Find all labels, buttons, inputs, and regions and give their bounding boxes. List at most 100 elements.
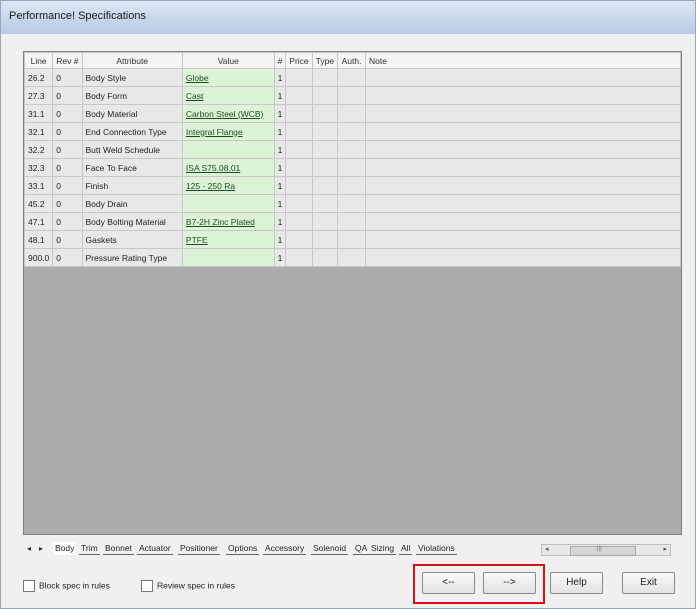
price-cell <box>285 158 313 177</box>
note-cell[interactable] <box>365 230 681 249</box>
column-header-attribute[interactable]: Attribute <box>81 52 183 69</box>
tab-solenoid[interactable]: Solenoid <box>311 542 349 555</box>
checkbox-box[interactable] <box>23 580 35 592</box>
table-row[interactable]: 31.1 0 Body Material Carbon Steel (WCB) … <box>23 104 681 123</box>
tab-options[interactable]: Options <box>226 542 260 555</box>
value-link[interactable]: Cast <box>181 86 275 105</box>
count-cell: 1 <box>273 212 287 231</box>
scroll-left-arrow-icon[interactable]: ◂ <box>545 545 549 553</box>
column-header-price[interactable]: Price <box>285 52 313 69</box>
note-cell[interactable] <box>365 86 681 105</box>
block-spec-checkbox[interactable]: Block spec in rules <box>23 580 110 594</box>
note-cell[interactable] <box>365 212 681 231</box>
note-cell[interactable] <box>365 158 681 177</box>
note-cell[interactable] <box>365 68 681 87</box>
value-link[interactable] <box>181 194 275 213</box>
type-cell <box>311 248 339 267</box>
attribute-cell: End Connection Type <box>81 122 183 141</box>
auth-cell <box>337 194 367 213</box>
review-spec-checkbox[interactable]: Review spec in rules <box>141 580 235 594</box>
value-link[interactable]: PTFE <box>181 230 275 249</box>
table-row[interactable]: 27.3 0 Body Form Cast 1 <box>23 86 681 105</box>
tab-body[interactable]: Body <box>53 542 77 555</box>
column-header-auth[interactable]: Auth. <box>337 52 367 69</box>
note-cell[interactable] <box>365 176 681 195</box>
forward-button[interactable]: --> <box>483 572 536 594</box>
attribute-cell: Body Form <box>81 86 183 105</box>
tab-positioner[interactable]: Positioner <box>178 542 220 555</box>
count-cell: 1 <box>273 230 287 249</box>
value-link[interactable]: 125 - 250 Ra <box>181 176 275 195</box>
table-row[interactable]: 48.1 0 Gaskets PTFE 1 <box>23 230 681 249</box>
type-cell <box>311 68 339 87</box>
value-link[interactable] <box>181 140 275 159</box>
note-cell[interactable] <box>365 194 681 213</box>
table-row[interactable]: 32.3 0 Face To Face ISA S75.08.01 1 <box>23 158 681 177</box>
specifications-window: Performance! Specifications Line Rev # A… <box>0 0 696 609</box>
type-cell <box>311 158 339 177</box>
value-link[interactable]: B7-2H Zinc Plated <box>181 212 275 231</box>
column-header-note[interactable]: Note <box>365 52 681 69</box>
rev-cell: 0 <box>52 122 83 141</box>
scroll-right-arrow-icon[interactable]: ▸ <box>663 545 667 553</box>
tab-prev-arrow-icon[interactable]: ◂ <box>27 544 31 553</box>
column-header-rev[interactable]: Rev # <box>52 52 83 69</box>
price-cell <box>285 86 313 105</box>
price-cell <box>285 176 313 195</box>
tab-bonnet[interactable]: Bonnet <box>103 542 134 555</box>
type-cell <box>311 122 339 141</box>
value-link[interactable]: Carbon Steel (WCB) <box>181 104 275 123</box>
rev-cell: 0 <box>52 194 83 213</box>
back-button[interactable]: <-- <box>422 572 475 594</box>
checkbox-box[interactable] <box>141 580 153 592</box>
note-cell[interactable] <box>365 104 681 123</box>
note-cell[interactable] <box>365 140 681 159</box>
table-row[interactable]: 47.1 0 Body Bolting Material B7-2H Zinc … <box>23 212 681 231</box>
exit-button[interactable]: Exit <box>622 572 675 594</box>
table-row[interactable]: 32.2 0 Butt Weld Schedule 1 <box>23 140 681 159</box>
table-row[interactable]: 32.1 0 End Connection Type Integral Flan… <box>23 122 681 141</box>
note-cell[interactable] <box>365 122 681 141</box>
tab-violations[interactable]: Violations <box>416 542 457 555</box>
count-cell: 1 <box>273 140 287 159</box>
tab-accessory[interactable]: Accessory <box>263 542 307 555</box>
line-cell: 45.2 <box>23 194 54 213</box>
line-cell: 32.1 <box>23 122 54 141</box>
tab-trim[interactable]: Trim <box>79 542 100 555</box>
column-header-value[interactable]: Value <box>181 52 275 69</box>
rev-cell: 0 <box>52 248 83 267</box>
value-link[interactable]: Globe <box>181 68 275 87</box>
auth-cell <box>337 68 367 87</box>
help-button[interactable]: Help <box>550 572 603 594</box>
table-row[interactable]: 900.0 0 Pressure Rating Type 1 <box>23 248 681 267</box>
type-cell <box>311 230 339 249</box>
tab-sizing[interactable]: Sizing <box>369 542 397 555</box>
horizontal-scrollbar[interactable]: ◂ ||| ▸ <box>541 544 671 556</box>
table-row[interactable]: 33.1 0 Finish 125 - 250 Ra 1 <box>23 176 681 195</box>
value-link[interactable]: ISA S75.08.01 <box>181 158 275 177</box>
attribute-cell: Face To Face <box>81 158 183 177</box>
auth-cell <box>337 212 367 231</box>
value-link[interactable]: Integral Flange <box>181 122 275 141</box>
auth-cell <box>337 104 367 123</box>
tab-actuator[interactable]: Actuator <box>137 542 173 555</box>
table-row[interactable]: 26.2 0 Body Style Globe 1 <box>23 68 681 87</box>
attribute-cell: Gaskets <box>81 230 183 249</box>
note-cell[interactable] <box>365 248 681 267</box>
title-bar[interactable]: Performance! Specifications <box>1 1 695 34</box>
auth-cell <box>337 248 367 267</box>
value-link[interactable] <box>181 248 275 267</box>
type-cell <box>311 86 339 105</box>
price-cell <box>285 68 313 87</box>
column-header-count[interactable]: # <box>273 52 287 69</box>
column-header-line[interactable]: Line <box>23 52 54 69</box>
scroll-thumb[interactable]: ||| <box>570 546 636 556</box>
table-row[interactable]: 45.2 0 Body Drain 1 <box>23 194 681 213</box>
tab-qa[interactable]: QA <box>353 542 370 555</box>
tab-next-arrow-icon[interactable]: ▸ <box>39 544 43 553</box>
type-cell <box>311 176 339 195</box>
rev-cell: 0 <box>52 68 83 87</box>
attribute-cell: Body Drain <box>81 194 183 213</box>
column-header-type[interactable]: Type <box>311 52 339 69</box>
tab-all[interactable]: All <box>399 542 413 555</box>
